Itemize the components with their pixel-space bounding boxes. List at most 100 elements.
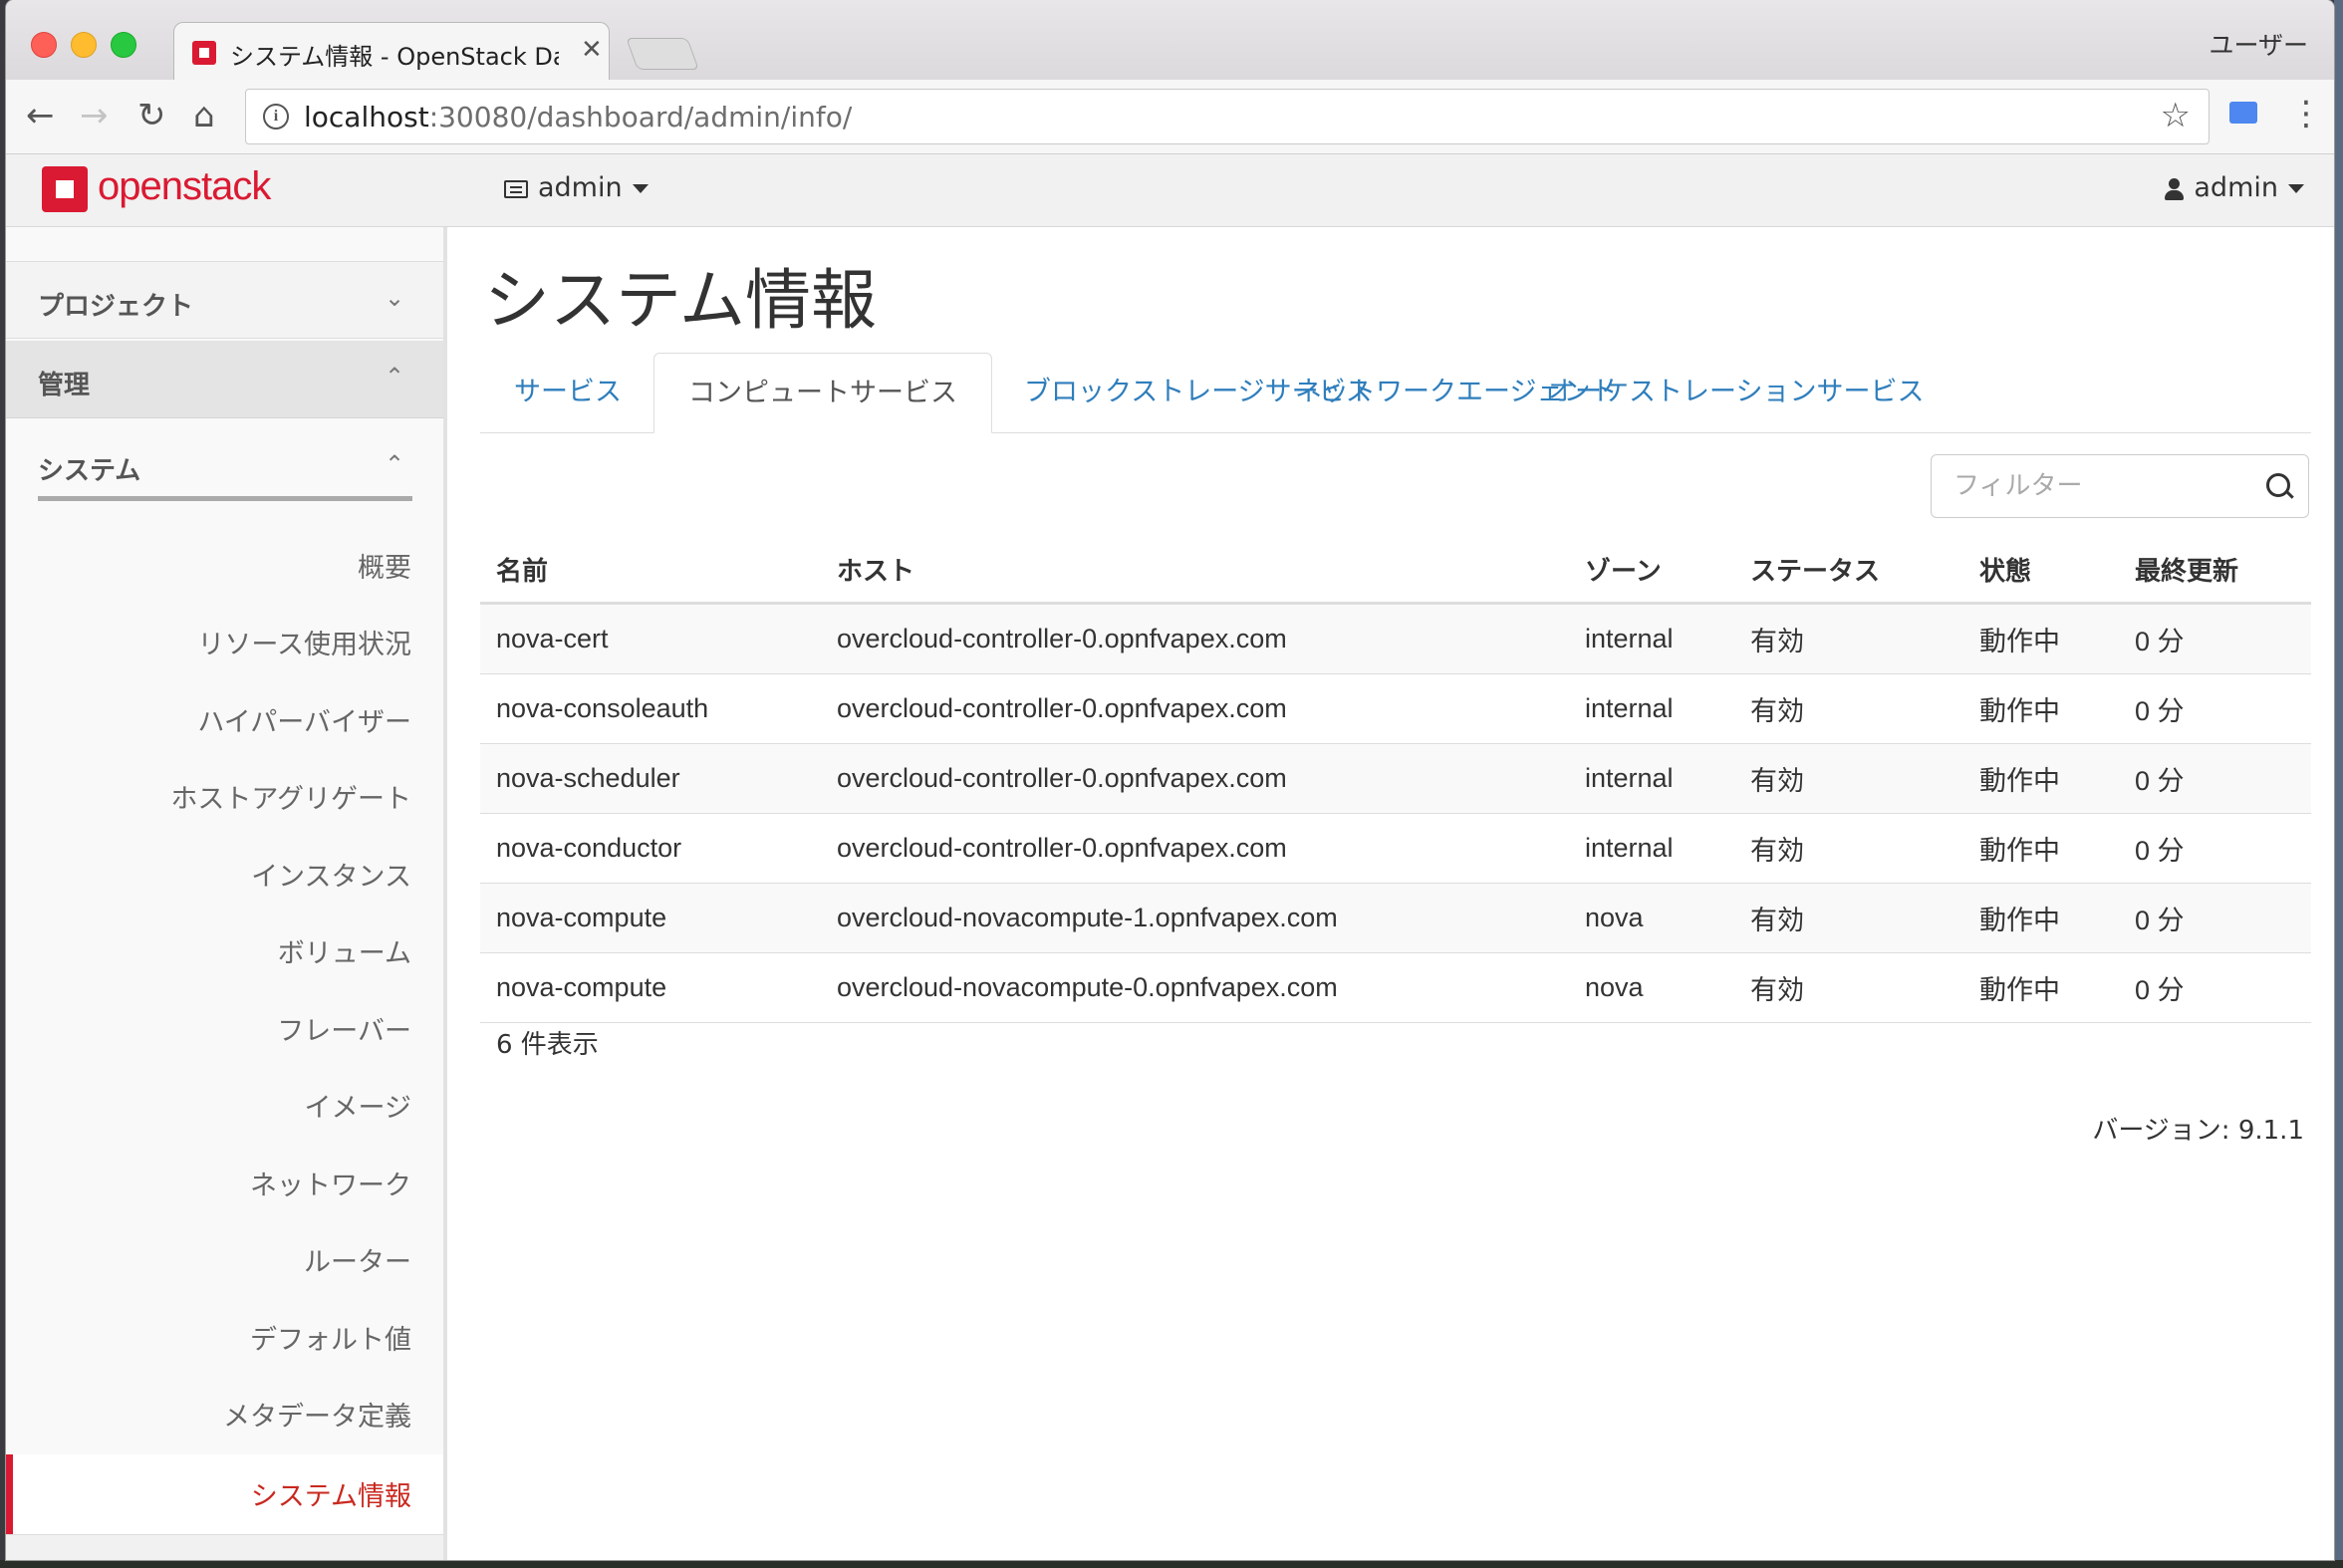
openstack-logo-text[interactable]: openstack [98, 164, 271, 209]
close-tab-icon[interactable]: ✕ [581, 35, 603, 65]
sidebar-section-label: プロジェクト [38, 292, 194, 322]
cell-status: 有効 [1734, 673, 1963, 744]
tab-services[interactable]: サービス [480, 353, 655, 432]
project-dropdown[interactable]: admin [504, 172, 649, 203]
sidebar-next-section[interactable] [6, 1534, 443, 1560]
sidebar-section-label: 管理 [38, 371, 91, 400]
project-name: admin [538, 172, 623, 203]
cell-name: nova-cert [480, 603, 821, 674]
sidebar-item-host-aggregates[interactable]: ホストアグリゲート [170, 777, 411, 816]
desktop-background [2334, 0, 2343, 1568]
item-count-text: 6 件表示 [496, 1030, 599, 1060]
cell-zone: internal [1569, 603, 1734, 674]
cell-host: overcloud-novacompute-1.opnfvapex.com [821, 883, 1569, 953]
desktop-taskbar [0, 1560, 2343, 1568]
sidebar-item-hypervisors[interactable]: ハイパーバイザー [197, 700, 411, 739]
cell-state: 動作中 [1963, 883, 2119, 953]
dashboard-header: openstack admin admin [6, 154, 2334, 227]
browser-tab[interactable]: システム情報 - OpenStack Dashboard ✕ [173, 22, 610, 81]
sidebar-item-system-info[interactable]: システム情報 [251, 1474, 411, 1513]
close-window-button[interactable] [31, 32, 57, 58]
cell-state: 動作中 [1963, 673, 2119, 744]
cell-host: overcloud-controller-0.opnfvapex.com [821, 603, 1569, 674]
sidebar-item-instances[interactable]: インスタンス [251, 855, 411, 894]
sidebar-item-defaults[interactable]: デフォルト値 [250, 1318, 411, 1357]
cell-name: nova-consoleauth [480, 673, 821, 744]
cell-host: overcloud-controller-0.opnfvapex.com [821, 673, 1569, 744]
new-tab-button[interactable] [626, 38, 699, 70]
sidebar-item-volumes[interactable]: ボリューム [278, 931, 411, 970]
column-header-status[interactable]: ステータス [1734, 536, 1963, 605]
browser-menu-icon[interactable]: ⋮ [2289, 94, 2323, 133]
sidebar-section-label: システム [38, 456, 141, 486]
cell-status: 有効 [1734, 883, 1963, 953]
sidebar-item-images[interactable]: イメージ [305, 1086, 411, 1125]
cell-zone: internal [1569, 673, 1734, 744]
cell-zone: internal [1569, 813, 1734, 884]
cell-name: nova-conductor [480, 813, 821, 884]
user-dropdown[interactable]: admin [2164, 172, 2304, 203]
cell-state: 動作中 [1963, 743, 2119, 814]
cell-state: 動作中 [1963, 603, 2119, 674]
cell-zone: nova [1569, 883, 1734, 953]
back-arrow-icon[interactable]: ← [26, 96, 55, 135]
reload-icon[interactable]: ↻ [137, 96, 166, 135]
url-path: :30080/dashboard/admin/info/ [428, 101, 853, 133]
sidebar-item-routers[interactable]: ルーター [304, 1240, 411, 1279]
cell-name: nova-compute [480, 883, 821, 953]
openstack-logo-icon[interactable] [42, 166, 88, 212]
table-row: nova-cert overcloud-controller-0.opnfvap… [480, 603, 2311, 674]
filter-input[interactable] [1932, 455, 2272, 517]
cell-status: 有効 [1734, 813, 1963, 884]
cell-zone: internal [1569, 743, 1734, 814]
browser-toolbar: ← → ↻ ⌂ i localhost:30080/dashboard/admi… [6, 80, 2334, 154]
zoom-window-button[interactable] [111, 32, 136, 58]
compute-services-table: 名前 ホスト ゾーン ステータス 状態 最終更新 nova-cert overc… [480, 536, 2311, 1023]
cell-last-updated: 0 分 [2119, 603, 2311, 674]
cell-status: 有効 [1734, 603, 1963, 674]
sidebar-item-resource-usage[interactable]: リソース使用状況 [197, 623, 411, 661]
table-header-row: 名前 ホスト ゾーン ステータス 状態 最終更新 [480, 536, 2311, 605]
cell-last-updated: 0 分 [2119, 952, 2311, 1023]
profile-user-label[interactable]: ユーザー [2209, 26, 2308, 62]
home-icon[interactable]: ⌂ [193, 96, 215, 135]
search-icon[interactable] [2266, 473, 2290, 497]
tab-compute-services[interactable]: コンピュートサービス [653, 353, 992, 433]
cell-host: overcloud-controller-0.opnfvapex.com [821, 743, 1569, 814]
address-bar[interactable]: i localhost:30080/dashboard/admin/info/ … [245, 89, 2210, 144]
table-row: nova-compute overcloud-novacompute-1.opn… [480, 883, 2311, 953]
sidebar: プロジェクト ⌄ 管理 ⌃ システム ⌃ 概要 リソース使用状況 ハイパーバイザ… [6, 227, 447, 1560]
sidebar-item-networks[interactable]: ネットワーク [250, 1164, 411, 1202]
cell-name: nova-scheduler [480, 743, 821, 814]
cell-name: nova-compute [480, 952, 821, 1023]
tab-bar: サービス コンピュートサービス ブロックストレージサービス ネットワークエージェ… [480, 353, 2311, 433]
column-header-host[interactable]: ホスト [821, 536, 1569, 605]
cell-host: overcloud-controller-0.opnfvapex.com [821, 813, 1569, 884]
column-header-state[interactable]: 状態 [1963, 536, 2119, 605]
sidebar-item-flavors[interactable]: フレーバー [277, 1009, 411, 1048]
minimize-window-button[interactable] [71, 32, 97, 58]
cell-state: 動作中 [1963, 952, 2119, 1023]
sidebar-section-system[interactable]: システム ⌃ [6, 422, 443, 504]
table-row: nova-compute overcloud-novacompute-0.opn… [480, 952, 2311, 1023]
url-host: localhost [304, 101, 429, 133]
cell-status: 有効 [1734, 952, 1963, 1023]
extension-chat-icon[interactable] [2229, 102, 2257, 124]
sidebar-item-overview[interactable]: 概要 [358, 546, 411, 585]
column-header-zone[interactable]: ゾーン [1569, 536, 1734, 605]
table-row: nova-scheduler overcloud-controller-0.op… [480, 743, 2311, 814]
column-header-name[interactable]: 名前 [480, 536, 821, 605]
site-info-icon[interactable]: i [263, 104, 289, 130]
openstack-favicon-icon [192, 41, 216, 65]
tab-orchestration-services[interactable]: オーケストレーションサービス [1514, 353, 1957, 432]
forward-arrow-icon[interactable]: → [80, 96, 109, 135]
cell-host: overcloud-novacompute-0.opnfvapex.com [821, 952, 1569, 1023]
main-content: システム情報 サービス コンピュートサービス ブロックストレージサービス ネット… [448, 227, 2334, 1560]
url-text[interactable]: localhost:30080/dashboard/admin/info/ [304, 101, 852, 133]
bookmark-star-icon[interactable]: ☆ [2161, 96, 2191, 135]
column-header-last-updated[interactable]: 最終更新 [2119, 536, 2311, 605]
sidebar-item-metadata-definitions[interactable]: メタデータ定義 [223, 1395, 411, 1434]
sidebar-section-admin[interactable]: 管理 ⌃ [6, 341, 443, 418]
sidebar-section-project[interactable]: プロジェクト ⌄ [6, 261, 443, 339]
user-icon [2164, 177, 2185, 200]
